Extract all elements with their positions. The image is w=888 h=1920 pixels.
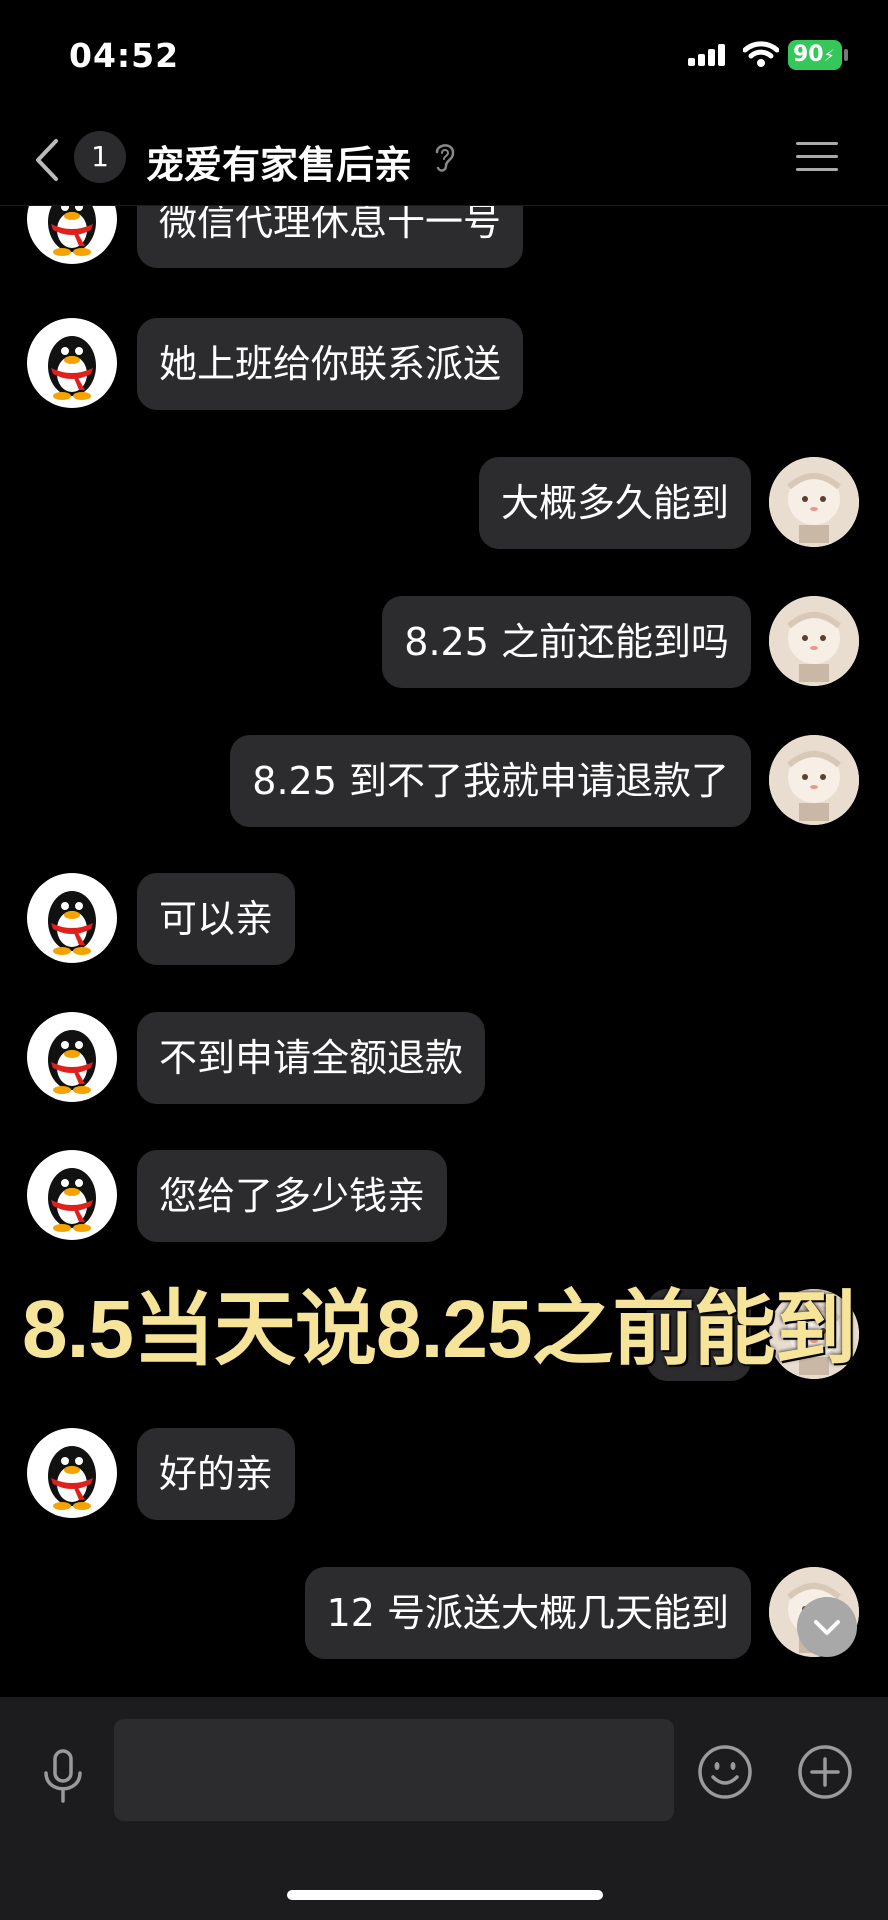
overlay-caption: 8.5当天说8.25之前能到 [22,1284,857,1375]
chevron-left-icon[interactable] [32,137,62,183]
penguin-avatar[interactable] [27,1012,117,1102]
message-bubble[interactable]: 她上班给你联系派送 [137,318,524,410]
user-avatar[interactable] [769,735,859,825]
battery-tip [844,49,848,61]
penguin-avatar[interactable] [27,1150,117,1240]
input-bar [0,1697,888,1920]
emoji-icon[interactable] [697,1744,753,1800]
message-row: 可以亲 [0,873,888,969]
message-bubble[interactable]: 8.25 到不了我就申请退款了 [230,735,751,827]
penguin-avatar[interactable] [27,1428,117,1518]
message-bubble[interactable]: 8.25 之前还能到吗 [382,596,751,688]
message-row: 她上班给你联系派送 [0,318,888,414]
wifi-icon [743,41,779,67]
chat-header: 1 宠爱有家售后亲 [0,110,888,206]
chevron-down-icon [814,1620,840,1635]
message-bubble[interactable]: 您给了多少钱亲 [137,1150,448,1242]
message-row: 8.25 到不了我就申请退款了 [0,735,888,831]
menu-icon[interactable] [796,140,838,174]
penguin-avatar[interactable] [27,873,117,963]
message-bubble[interactable]: 好的亲 [137,1428,296,1520]
message-row: 好的亲 [0,1428,888,1524]
scroll-to-bottom-button[interactable] [797,1597,857,1657]
message-row: 不到申请全额退款 [0,1012,888,1108]
message-row: 您给了多少钱亲 [0,1150,888,1246]
penguin-avatar[interactable] [27,318,117,408]
ear-icon [435,144,455,172]
message-bubble[interactable]: 可以亲 [137,873,296,965]
message-bubble[interactable]: 大概多久能到 [478,457,751,549]
user-avatar[interactable] [769,457,859,547]
message-row: 12 号派送大概几天能到 [0,1567,888,1663]
status-time: 04:52 [69,36,180,75]
home-indicator[interactable] [287,1890,603,1900]
message-row: 8.25 之前还能到吗 [0,596,888,692]
plus-icon[interactable] [797,1744,853,1800]
chat-title: 宠爱有家售后亲 [146,143,413,187]
message-bubble[interactable]: 不到申请全额退款 [137,1012,486,1104]
battery-level: 90 [793,42,824,67]
microphone-icon[interactable] [41,1749,85,1803]
message-row: 大概多久能到 [0,457,888,553]
message-bubble[interactable]: 12 号派送大概几天能到 [304,1567,751,1659]
message-input[interactable] [114,1719,674,1821]
cellular-signal-icon [688,44,725,66]
status-bar: 04:52 90⚡ [0,0,888,110]
unread-badge[interactable]: 1 [74,131,126,183]
battery-indicator: 90⚡ [788,40,842,70]
user-avatar[interactable] [769,596,859,686]
